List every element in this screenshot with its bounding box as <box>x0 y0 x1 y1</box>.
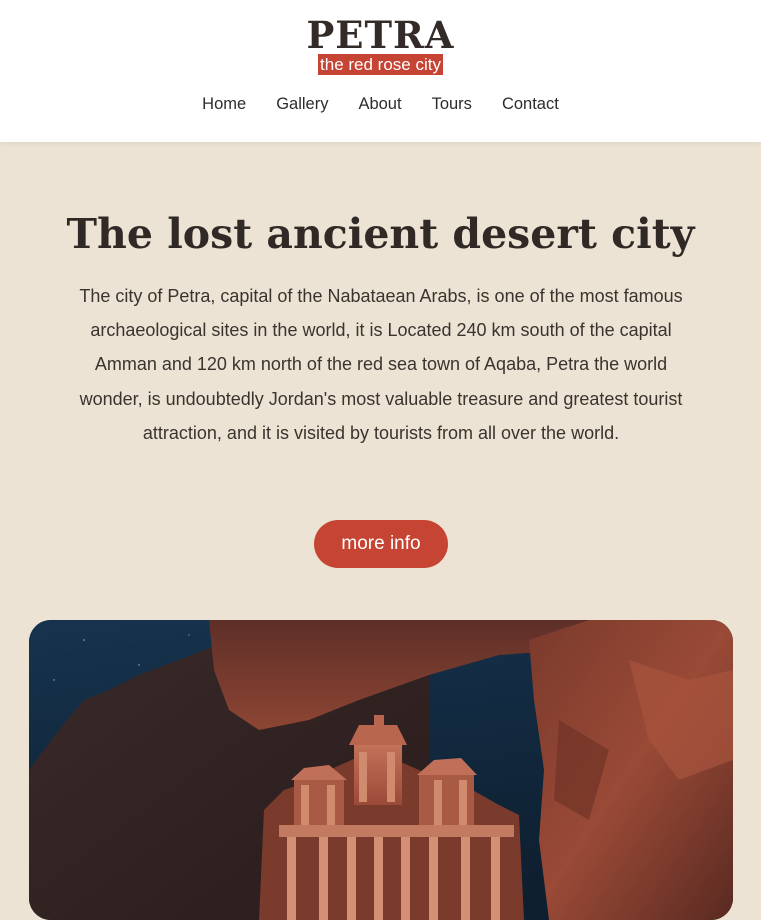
nav-link-tours[interactable]: Tours <box>432 92 472 116</box>
nav-link-about[interactable]: About <box>358 92 401 116</box>
logo-tagline: the red rose city <box>318 54 443 75</box>
main-nav: Home Gallery About Tours Contact <box>0 92 761 116</box>
logo-title: PETRA <box>306 13 455 57</box>
nav-link-home[interactable]: Home <box>202 92 246 116</box>
logo[interactable]: PETRA the red rose city <box>0 15 761 75</box>
more-info-button[interactable]: more info <box>314 520 448 568</box>
hero-description: The city of Petra, capital of the Nabata… <box>79 286 683 443</box>
nav-link-contact[interactable]: Contact <box>502 92 559 116</box>
hero-title: The lost ancient desert city <box>66 210 695 258</box>
nav-link-gallery[interactable]: Gallery <box>276 92 328 116</box>
site-header: PETRA the red rose city Home Gallery Abo… <box>0 0 761 142</box>
petra-treasury-photo <box>29 620 733 920</box>
